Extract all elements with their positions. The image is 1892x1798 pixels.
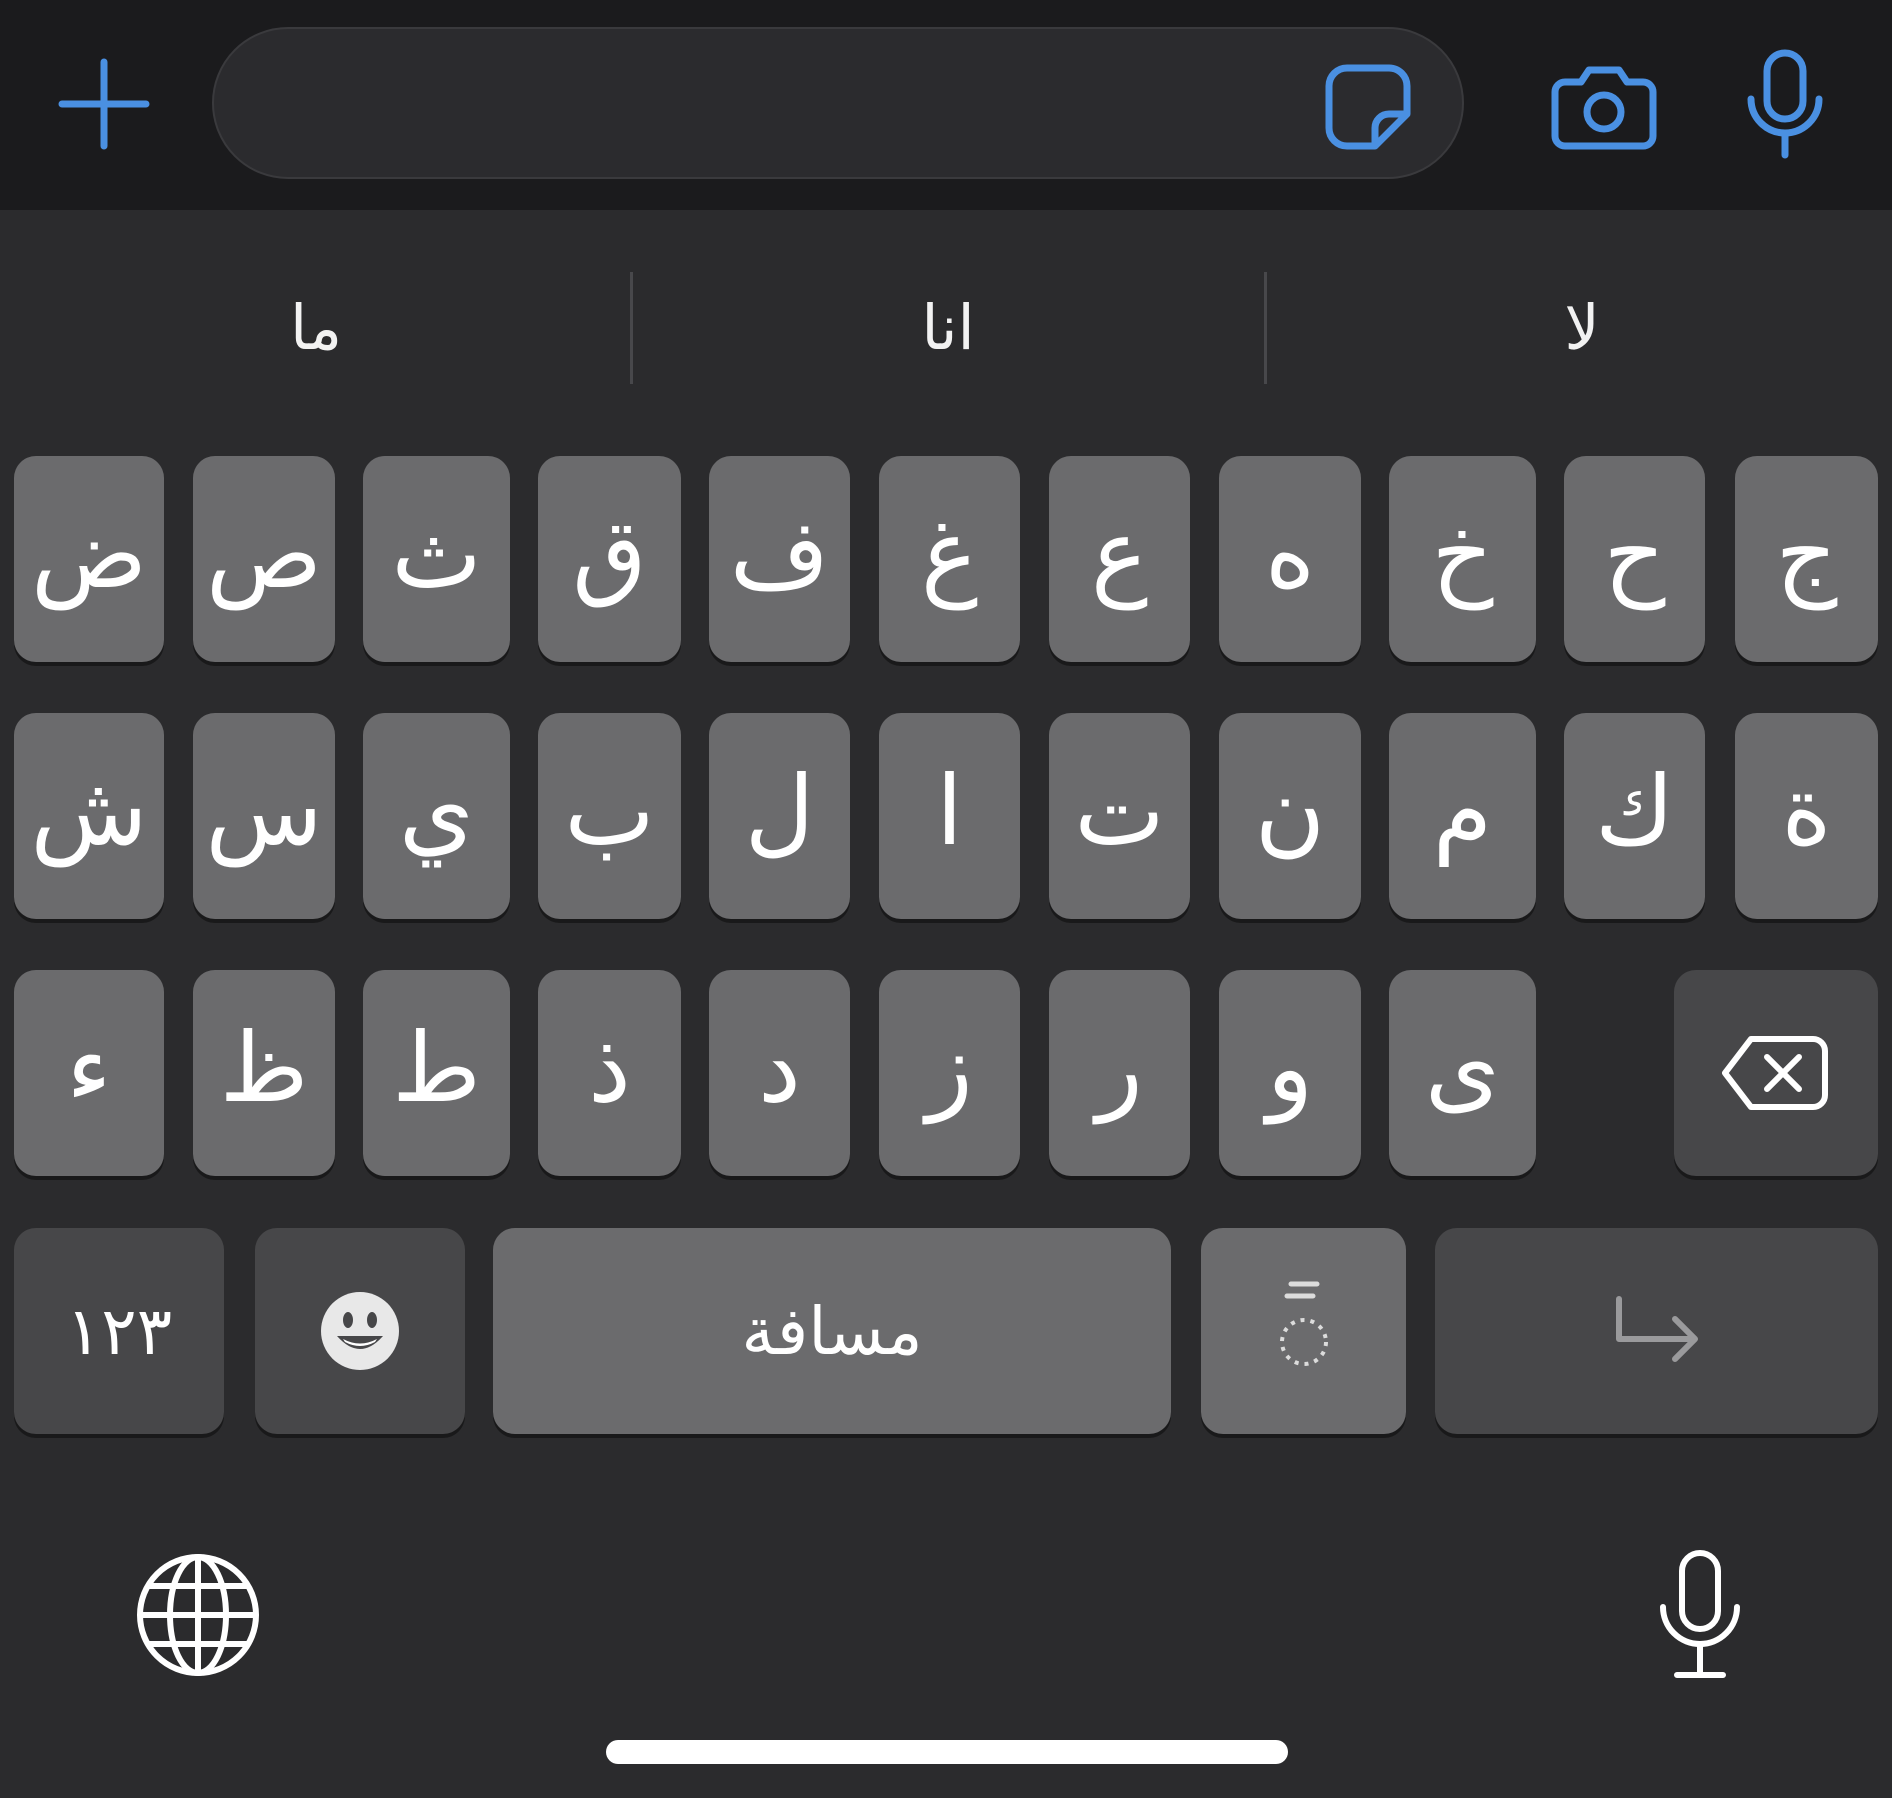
key[interactable]: ش <box>14 713 164 919</box>
predictive-suggestion-bar: ما انا لا <box>0 262 1892 392</box>
message-composer-bar <box>0 0 1892 210</box>
space-key[interactable]: مسافة <box>493 1228 1171 1434</box>
microphone-icon <box>1660 1550 1740 1678</box>
message-input-container <box>212 27 1464 179</box>
microphone-icon <box>1747 49 1823 159</box>
key[interactable]: ا <box>879 713 1020 919</box>
diacritic-key[interactable] <box>1201 1228 1406 1434</box>
key[interactable]: ء <box>14 970 164 1176</box>
key[interactable]: و <box>1219 970 1361 1176</box>
key[interactable]: ض <box>14 456 164 662</box>
voice-message-button[interactable] <box>1730 40 1840 170</box>
key[interactable]: ف <box>709 456 850 662</box>
key[interactable]: ت <box>1049 713 1190 919</box>
home-indicator[interactable] <box>606 1740 1288 1764</box>
key[interactable]: ص <box>193 456 335 662</box>
key[interactable]: خ <box>1389 456 1536 662</box>
key[interactable]: ث <box>363 456 510 662</box>
key[interactable]: ج <box>1735 456 1878 662</box>
dictation-button[interactable] <box>1640 1540 1760 1690</box>
key[interactable]: م <box>1389 713 1536 919</box>
key[interactable]: ب <box>538 713 681 919</box>
camera-button[interactable] <box>1548 50 1660 162</box>
emoji-key[interactable] <box>255 1228 465 1434</box>
return-icon <box>1615 1296 1698 1362</box>
key[interactable]: س <box>193 713 335 919</box>
suggestion-item[interactable]: ما <box>0 262 632 392</box>
camera-icon <box>1551 66 1657 150</box>
key[interactable]: ع <box>1049 456 1190 662</box>
plus-icon <box>58 58 150 150</box>
numbers-key[interactable]: ١٢٣ <box>14 1228 224 1434</box>
space-key-label: مسافة <box>741 1292 923 1370</box>
delete-icon <box>1722 1036 1828 1110</box>
key[interactable]: ظ <box>193 970 335 1176</box>
key[interactable]: ز <box>879 970 1020 1176</box>
sticker-button[interactable] <box>1318 57 1418 157</box>
key[interactable]: ر <box>1049 970 1190 1176</box>
message-input[interactable] <box>254 59 1318 151</box>
key[interactable]: ك <box>1564 713 1705 919</box>
key[interactable]: ط <box>363 970 510 1176</box>
sticker-icon <box>1325 64 1411 150</box>
add-attachment-button[interactable] <box>50 50 158 158</box>
key[interactable]: ل <box>709 713 850 919</box>
switch-keyboard-button[interactable] <box>128 1545 268 1685</box>
key[interactable]: ح <box>1564 456 1705 662</box>
dotted-circle-icon <box>1279 1281 1328 1366</box>
suggestion-item[interactable]: لا <box>1266 262 1892 392</box>
emoji-icon <box>321 1292 399 1370</box>
key[interactable]: ة <box>1735 713 1878 919</box>
key[interactable]: ذ <box>538 970 681 1176</box>
key[interactable]: ن <box>1219 713 1361 919</box>
key[interactable]: غ <box>879 456 1020 662</box>
key[interactable]: ى <box>1389 970 1536 1176</box>
delete-key[interactable] <box>1674 970 1878 1176</box>
key[interactable]: د <box>709 970 850 1176</box>
key[interactable]: ه <box>1219 456 1361 662</box>
key[interactable]: ي <box>363 713 510 919</box>
suggestion-item[interactable]: انا <box>632 262 1264 392</box>
numbers-key-label: ١٢٣ <box>65 1292 173 1370</box>
globe-icon <box>137 1554 259 1676</box>
return-key[interactable] <box>1435 1228 1878 1434</box>
key[interactable]: ق <box>538 456 681 662</box>
